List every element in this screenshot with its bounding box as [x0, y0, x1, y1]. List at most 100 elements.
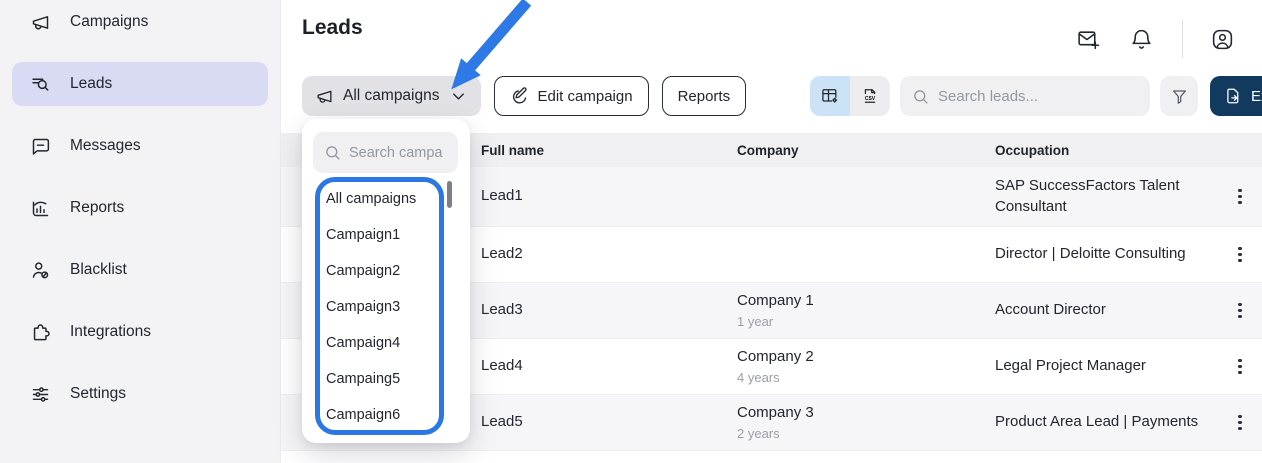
leads-search [900, 76, 1150, 116]
lead-company: Company 2 [737, 347, 995, 367]
sidebar-item-label: Messages [70, 137, 141, 155]
lead-occupation: SAP SuccessFactors Talent Consultant [995, 176, 1218, 217]
dropdown-scrollbar-thumb[interactable] [447, 181, 452, 208]
svg-text:CSV: CSV [865, 96, 876, 102]
page-title: Leads [302, 16, 363, 40]
campaign-search [313, 132, 458, 173]
app-root: Campaigns Leads Messages Reports [0, 0, 1262, 463]
export-button[interactable]: Export [1210, 76, 1262, 116]
table-view-button[interactable] [810, 76, 850, 116]
sidebar-item-integrations[interactable]: Integrations [0, 310, 280, 366]
kebab-icon [1238, 247, 1241, 250]
sidebar-nav: Campaigns Leads Messages Reports [0, 0, 280, 428]
campaign-option[interactable]: Campaign6 [302, 397, 447, 433]
column-full-name: Full name [481, 143, 737, 158]
lead-occupation: Director | Deloitte Consulting [995, 244, 1218, 264]
row-menu-button[interactable] [1218, 167, 1262, 226]
column-occupation: Occupation [995, 143, 1218, 158]
chart-icon [30, 198, 51, 219]
kebab-icon [1238, 359, 1241, 362]
kebab-icon [1238, 303, 1241, 306]
sidebar-item-campaigns[interactable]: Campaigns [0, 0, 280, 56]
chevron-down-icon [449, 87, 468, 106]
profile-button[interactable] [1210, 27, 1235, 52]
sidebar-item-label: Integrations [70, 323, 151, 341]
lead-occupation: Product Area Lead | Payments [995, 412, 1218, 432]
sidebar-item-messages[interactable]: Messages [0, 124, 280, 180]
toolbar: All campaigns Edit campaign Reports [302, 76, 746, 116]
campaign-option[interactable]: Campaign1 [302, 217, 447, 253]
lead-name: Lead2 [481, 244, 737, 264]
file-export-icon [1224, 87, 1242, 105]
campaign-dropdown: All campaigns Campaign1 Campaign2 Campai… [302, 119, 470, 443]
lead-company-duration: 2 years [737, 425, 995, 443]
sidebar-item-reports[interactable]: Reports [0, 186, 280, 242]
leads-search-input[interactable] [938, 88, 1138, 105]
campaign-option[interactable]: All campaigns [302, 181, 447, 217]
lead-name: Lead4 [481, 356, 737, 376]
sidebar-item-leads[interactable]: Leads [0, 62, 280, 118]
lead-name: Lead1 [481, 186, 737, 206]
lead-name: Lead5 [481, 412, 737, 432]
table-row-partial [281, 451, 1262, 463]
notifications-button[interactable] [1129, 27, 1154, 52]
campaign-selector-label: All campaigns [343, 87, 440, 105]
user-avatar-icon [1210, 27, 1235, 52]
column-company: Company [737, 143, 995, 158]
row-menu-button[interactable] [1218, 283, 1262, 338]
megaphone-icon [30, 12, 51, 33]
lead-company-duration: 4 years [737, 369, 995, 387]
csv-view-button[interactable]: CSV [850, 76, 890, 116]
puzzle-icon [30, 322, 51, 343]
row-menu-button[interactable] [1218, 395, 1262, 450]
mail-plus-icon [1076, 27, 1101, 52]
search-icon [912, 88, 929, 105]
sidebar-item-settings[interactable]: Settings [0, 372, 280, 428]
kebab-icon [1238, 189, 1241, 192]
sliders-icon [30, 384, 51, 405]
lead-search-icon [30, 74, 51, 95]
reports-label: Reports [678, 88, 731, 105]
edit-pencil-icon [510, 87, 529, 106]
view-toggle: CSV [810, 76, 890, 116]
megaphone-icon [315, 87, 334, 106]
row-menu-button[interactable] [1218, 227, 1262, 282]
lead-company-duration: 1 year [737, 313, 995, 331]
campaign-option[interactable]: Campaign3 [302, 289, 447, 325]
lead-company: Company 1 [737, 291, 995, 311]
search-icon [324, 144, 341, 161]
sidebar-item-blacklist[interactable]: Blacklist [0, 248, 280, 304]
table-settings-icon [820, 86, 840, 106]
reports-button[interactable]: Reports [662, 76, 747, 116]
user-block-icon [30, 260, 51, 281]
campaign-list: All campaigns Campaign1 Campaign2 Campai… [302, 181, 447, 433]
edit-campaign-button[interactable]: Edit campaign [494, 76, 649, 116]
campaign-option[interactable]: Campaing5 [302, 361, 447, 397]
topbar-icons [1076, 20, 1235, 58]
topbar-divider [1182, 20, 1183, 58]
row-menu-button[interactable] [1218, 339, 1262, 394]
lead-name: Lead3 [481, 300, 737, 320]
campaign-option[interactable]: Campaign4 [302, 325, 447, 361]
sidebar-item-label: Leads [70, 75, 112, 93]
new-message-button[interactable] [1076, 27, 1101, 52]
campaign-search-input[interactable] [349, 145, 447, 161]
sidebar-item-label: Campaigns [70, 13, 148, 31]
lead-company: Company 3 [737, 403, 995, 423]
export-label: Export [1251, 88, 1262, 105]
sidebar-item-label: Settings [70, 385, 126, 403]
kebab-icon [1238, 415, 1241, 418]
funnel-icon [1170, 87, 1189, 106]
lead-occupation: Account Director [995, 300, 1218, 320]
bell-icon [1129, 27, 1154, 52]
chat-bubble-icon [30, 136, 51, 157]
filter-button[interactable] [1160, 76, 1198, 116]
sidebar-item-label: Blacklist [70, 261, 127, 279]
lead-occupation: Legal Project Manager [995, 356, 1218, 376]
edit-campaign-label: Edit campaign [538, 88, 633, 105]
sidebar-item-label: Reports [70, 199, 124, 217]
campaign-option[interactable]: Campaign2 [302, 253, 447, 289]
csv-file-icon: CSV [860, 86, 880, 106]
campaign-selector-button[interactable]: All campaigns [302, 76, 481, 116]
sidebar: Campaigns Leads Messages Reports [0, 0, 281, 463]
